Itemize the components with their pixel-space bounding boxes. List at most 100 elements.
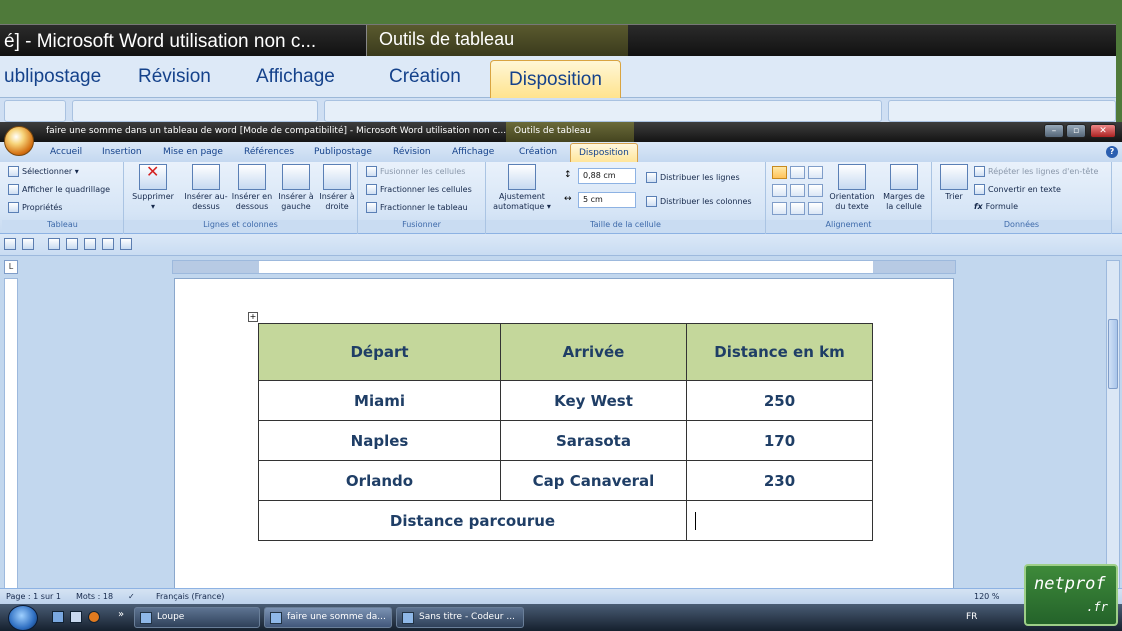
vertical-scrollbar[interactable] (1106, 260, 1120, 590)
magnified-tab-creation[interactable]: Création (389, 66, 461, 88)
tab-publipostage[interactable]: Publipostage (314, 147, 372, 157)
tab-disposition[interactable]: Disposition (570, 143, 638, 162)
expand-chevron-icon[interactable]: » (118, 609, 124, 620)
align-top-left-button[interactable] (772, 166, 787, 179)
spelling-icon[interactable]: ✓ (128, 592, 135, 601)
tab-references[interactable]: Références (244, 147, 294, 157)
grid-icon (8, 184, 19, 195)
merge-cells-button[interactable]: Fusionner les cellules (366, 166, 465, 177)
language-indicator[interactable]: FR (966, 612, 977, 622)
quick-access-toolbar (0, 234, 1122, 256)
help-icon[interactable]: ? (1106, 146, 1118, 158)
table-cell[interactable]: 170 (686, 420, 873, 461)
scrollbar-thumb[interactable] (1108, 319, 1118, 389)
tab-insertion[interactable]: Insertion (102, 147, 142, 157)
table-cell[interactable]: Naples (258, 420, 501, 461)
vertical-ruler[interactable] (4, 278, 18, 592)
total-label-cell[interactable]: Distance parcourue (258, 500, 687, 541)
open-icon[interactable] (84, 238, 96, 250)
cell-margins-button[interactable]: Marges de la cellule (880, 164, 928, 212)
table-cell[interactable]: 230 (686, 460, 873, 501)
text-direction-button[interactable]: Orientation du texte (826, 164, 878, 212)
new-document-icon[interactable] (66, 238, 78, 250)
table-cell[interactable]: Orlando (258, 460, 501, 501)
tab-creation[interactable]: Création (519, 147, 557, 157)
restore-icon[interactable]: ▫ (1066, 124, 1086, 138)
delete-button[interactable]: Supprimer▾ (130, 164, 176, 212)
table-cell[interactable]: 250 (686, 380, 873, 421)
align-middle-left-button[interactable] (772, 184, 787, 197)
minimize-icon[interactable]: – (1044, 124, 1064, 138)
taskbar-item-loupe[interactable]: Loupe (134, 607, 260, 628)
magnified-tab-revision[interactable]: Révision (138, 66, 211, 88)
quicklaunch-icon[interactable] (70, 611, 82, 623)
table-cell[interactable]: Miami (258, 380, 501, 421)
table-cell[interactable]: Key West (500, 380, 687, 421)
tab-accueil[interactable]: Accueil (50, 147, 82, 157)
column-width-input[interactable]: 5 cm (578, 192, 636, 208)
formula-button[interactable]: fx Formule (974, 202, 1018, 211)
header-depart[interactable]: Départ (258, 323, 501, 381)
taskbar-item-codeur[interactable]: Sans titre - Codeur ... (396, 607, 524, 628)
repeat-header-rows-button[interactable]: Répéter les lignes d'en-tête (974, 166, 1098, 177)
properties-button[interactable]: Propriétés (8, 202, 62, 213)
tab-affichage[interactable]: Affichage (452, 147, 494, 157)
start-button[interactable] (8, 605, 38, 631)
align-top-center-button[interactable] (790, 166, 805, 179)
office-button[interactable] (4, 126, 34, 156)
distribute-rows-button[interactable]: Distribuer les lignes (646, 172, 740, 183)
row-height-input[interactable]: 0,88 cm (578, 168, 636, 184)
magnified-title-bar: é] - Microsoft Word utilisation non c...… (0, 24, 1116, 57)
print-preview-icon[interactable] (102, 238, 114, 250)
magnified-tab-disposition[interactable]: Disposition (490, 60, 621, 100)
insert-below-button[interactable]: Insérer en dessous (230, 164, 274, 212)
zoom-level[interactable]: 120 % (974, 592, 999, 601)
distance-table: Départ Arrivée Distance en km Miami Key … (258, 323, 873, 541)
firefox-icon[interactable] (88, 611, 100, 623)
table-cell[interactable]: Sarasota (500, 420, 687, 461)
align-top-right-button[interactable] (808, 166, 823, 179)
horizontal-ruler[interactable] (172, 260, 956, 274)
align-middle-right-button[interactable] (808, 184, 823, 197)
tab-selector-button[interactable]: L (4, 260, 18, 274)
redo-icon[interactable] (48, 238, 60, 250)
align-bottom-center-button[interactable] (790, 202, 805, 215)
page-count[interactable]: Page : 1 sur 1 (6, 592, 61, 601)
undo-icon[interactable] (22, 238, 34, 250)
word-count[interactable]: Mots : 18 (76, 592, 113, 601)
tab-revision[interactable]: Révision (393, 147, 431, 157)
align-middle-center-button[interactable] (790, 184, 805, 197)
group-taille-cellule: Ajustement automatique ▾ ↕ 0,88 cm ↔ 5 c… (486, 162, 766, 234)
table-cell[interactable]: Cap Canaveral (500, 460, 687, 501)
language[interactable]: Français (France) (156, 592, 224, 601)
align-bottom-left-button[interactable] (772, 202, 787, 215)
insert-left-button[interactable]: Insérer à gauche (276, 164, 316, 212)
distribute-columns-button[interactable]: Distribuer les colonnes (646, 196, 752, 207)
tab-mise-en-page[interactable]: Mise en page (163, 147, 223, 157)
align-bottom-right-button[interactable] (808, 202, 823, 215)
split-cells-button[interactable]: Fractionner les cellules (366, 184, 472, 195)
split-table-button[interactable]: Fractionner le tableau (366, 202, 468, 213)
group-label-donnees: Données (932, 220, 1111, 233)
insert-right-button[interactable]: Insérer à droite (318, 164, 356, 212)
header-distance[interactable]: Distance en km (686, 323, 873, 381)
open-folder-icon[interactable] (120, 238, 132, 250)
autofit-button[interactable]: Ajustement automatique ▾ (492, 164, 552, 212)
magnified-tab-publipostage[interactable]: ublipostage (4, 66, 101, 88)
insert-above-button[interactable]: Insérer au-dessus (184, 164, 228, 212)
sort-button[interactable]: Trier (936, 164, 972, 202)
magnified-tab-affichage[interactable]: Affichage (256, 66, 335, 88)
sort-label: Trier (945, 192, 963, 201)
show-gridlines-button[interactable]: Afficher le quadrillage (8, 184, 110, 195)
taskbar-item-word[interactable]: faire une somme da... (264, 607, 392, 628)
header-arrivee[interactable]: Arrivée (500, 323, 687, 381)
split-table-icon (366, 202, 377, 213)
close-icon[interactable]: ✕ (1090, 124, 1116, 138)
split-cells-icon (366, 184, 377, 195)
select-button[interactable]: Sélectionner ▾ (8, 166, 79, 177)
save-icon[interactable] (4, 238, 16, 250)
convert-to-text-button[interactable]: Convertir en texte (974, 184, 1061, 195)
show-desktop-icon[interactable] (52, 611, 64, 623)
total-value-cell[interactable] (686, 500, 873, 541)
table-move-handle-icon[interactable]: + (248, 312, 258, 322)
